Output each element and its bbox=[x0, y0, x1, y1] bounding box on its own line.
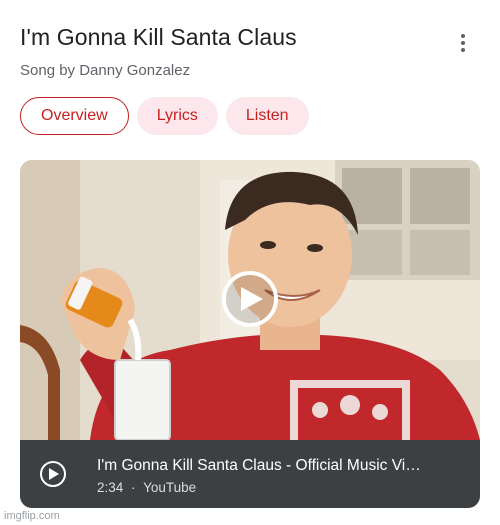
dot bbox=[461, 34, 465, 38]
tab-lyrics[interactable]: Lyrics bbox=[136, 97, 218, 135]
video-info-bar[interactable]: I'm Gonna Kill Santa Claus - Official Mu… bbox=[20, 440, 480, 508]
tab-overview[interactable]: Overview bbox=[20, 97, 129, 135]
dot bbox=[461, 48, 465, 52]
video-meta: 2:34 · YouTube bbox=[97, 480, 196, 495]
video-duration: 2:34 bbox=[97, 480, 124, 495]
dot bbox=[461, 41, 465, 45]
play-overlay-icon[interactable] bbox=[222, 271, 278, 327]
video-source: YouTube bbox=[143, 480, 197, 495]
tab-bar: Overview Lyrics Listen bbox=[20, 97, 309, 135]
song-title: I'm Gonna Kill Santa Claus bbox=[20, 24, 297, 50]
watermark: imgflip.com bbox=[4, 510, 60, 522]
video-title[interactable]: I'm Gonna Kill Santa Claus - Official Mu… bbox=[97, 457, 467, 475]
tab-listen[interactable]: Listen bbox=[225, 97, 309, 135]
song-subtitle: Song by Danny Gonzalez bbox=[20, 62, 191, 79]
more-options-icon[interactable] bbox=[452, 32, 474, 54]
meta-separator: · bbox=[131, 480, 136, 495]
play-circle-icon[interactable] bbox=[40, 461, 66, 487]
video-card[interactable]: I'm Gonna Kill Santa Claus - Official Mu… bbox=[20, 160, 480, 508]
